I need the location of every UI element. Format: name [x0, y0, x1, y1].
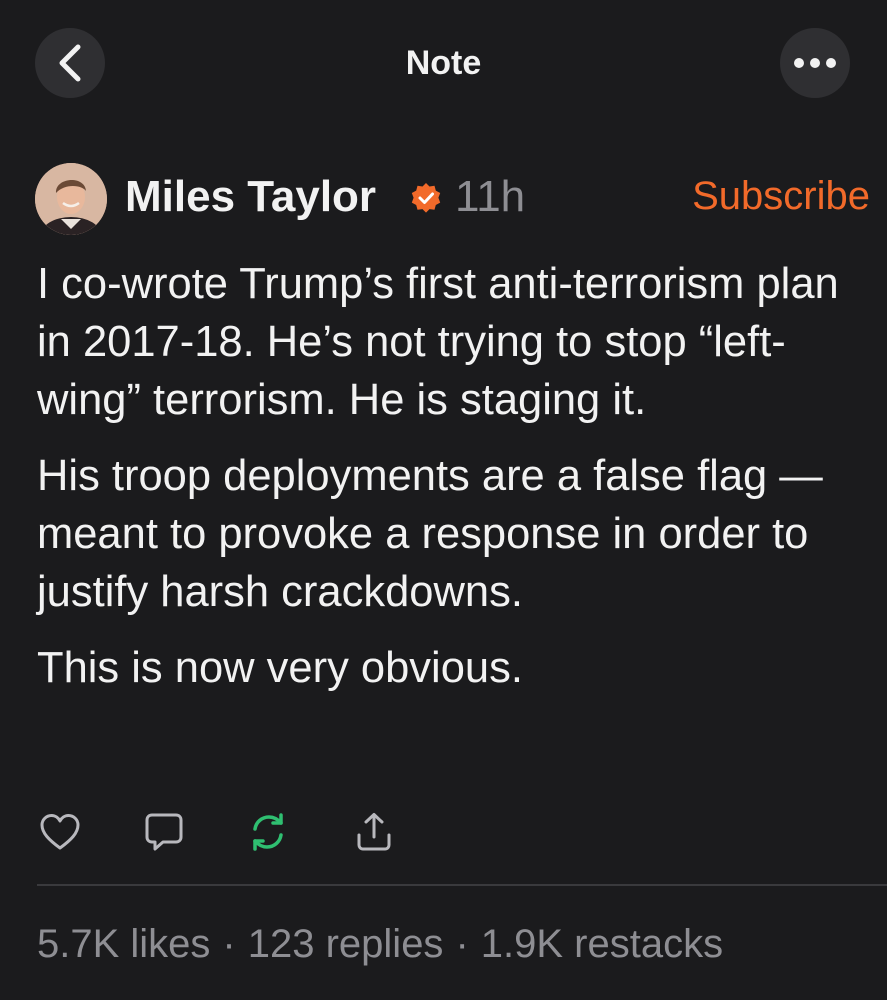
- post-timestamp: 11h: [455, 172, 526, 221]
- top-nav: Note: [0, 28, 887, 98]
- likes-count[interactable]: 5.7K likes: [37, 922, 210, 966]
- note-screen: Note Miles Taylor 11h Subscribe I co-wro…: [0, 0, 887, 1000]
- stats-separator: ·: [455, 922, 469, 966]
- comment-icon: [145, 813, 183, 851]
- replies-count[interactable]: 123 replies: [248, 922, 444, 966]
- post-actions: [38, 810, 438, 860]
- share-button[interactable]: [352, 810, 396, 854]
- ellipsis-icon: [794, 58, 836, 68]
- post-body: I co-wrote Trump’s first anti-terrorism …: [37, 255, 857, 715]
- divider: [37, 884, 887, 886]
- post-stats: 5.7K likes · 123 replies · 1.9K restacks: [37, 922, 723, 967]
- heart-icon: [40, 814, 80, 850]
- post-paragraph: I co-wrote Trump’s first anti-terrorism …: [37, 260, 839, 424]
- share-icon: [357, 813, 391, 851]
- reply-button[interactable]: [142, 810, 186, 854]
- stats-separator: ·: [222, 922, 236, 966]
- author-row: Miles Taylor 11h Subscribe: [35, 160, 875, 238]
- verified-badge-icon: [411, 183, 441, 213]
- more-options-button[interactable]: [780, 28, 850, 98]
- restacks-count[interactable]: 1.9K restacks: [481, 922, 723, 966]
- avatar[interactable]: [35, 163, 107, 235]
- page-title: Note: [405, 44, 482, 82]
- restack-icon: [253, 813, 283, 851]
- post-paragraph: This is now very obvious.: [37, 644, 523, 692]
- subscribe-button[interactable]: Subscribe: [692, 174, 870, 219]
- like-button[interactable]: [38, 810, 82, 854]
- author-name[interactable]: Miles Taylor: [125, 172, 376, 222]
- restack-button[interactable]: [246, 810, 290, 854]
- post-paragraph: His troop deployments are a false flag —…: [37, 452, 823, 616]
